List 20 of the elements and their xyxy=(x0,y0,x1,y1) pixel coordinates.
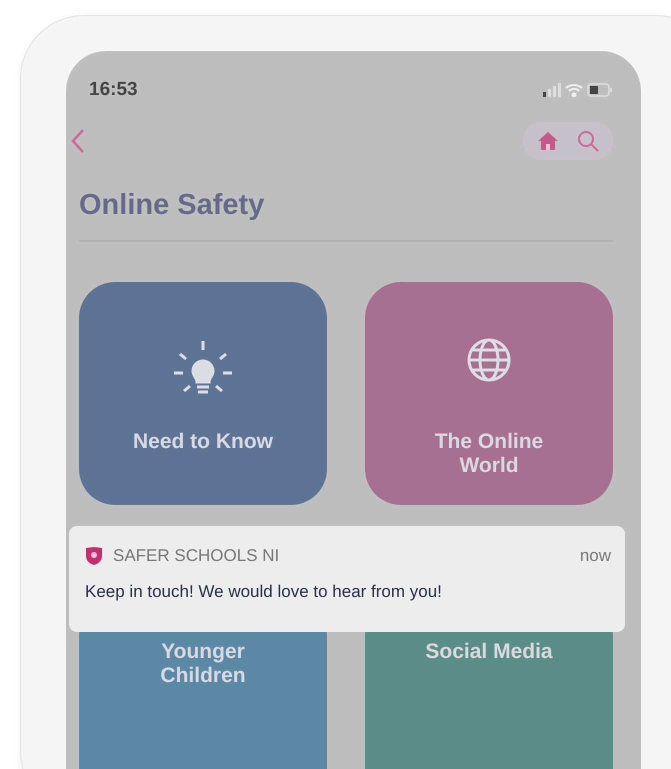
notification-time: now xyxy=(580,546,611,566)
signal-icon xyxy=(543,83,561,97)
battery-icon xyxy=(587,83,613,97)
shield-icon xyxy=(85,546,103,566)
status-time: 16:53 xyxy=(89,79,138,101)
tile-label: Social Media xyxy=(425,640,553,664)
category-tile[interactable]: The Online World xyxy=(365,282,613,505)
notification-message: Keep in touch! We would love to hear from you! xyxy=(85,582,443,602)
search-icon[interactable] xyxy=(576,129,600,153)
tile-label: Younger Children xyxy=(159,640,247,688)
notification-app-name: SAFER SCHOOLS NI xyxy=(113,546,280,566)
tile-label: The Online World xyxy=(434,430,544,478)
wifi-icon xyxy=(565,83,583,97)
globe-icon xyxy=(466,337,512,383)
category-tile[interactable]: Need to Know xyxy=(79,282,327,505)
page-title: Online Safety xyxy=(79,189,266,222)
notification-banner[interactable]: SAFER SCHOOLS NI now Keep in touch! We would love to hear from you! xyxy=(69,526,625,632)
back-icon[interactable] xyxy=(71,128,85,154)
home-icon[interactable] xyxy=(536,129,560,153)
tile-label: Need to Know xyxy=(133,430,273,454)
